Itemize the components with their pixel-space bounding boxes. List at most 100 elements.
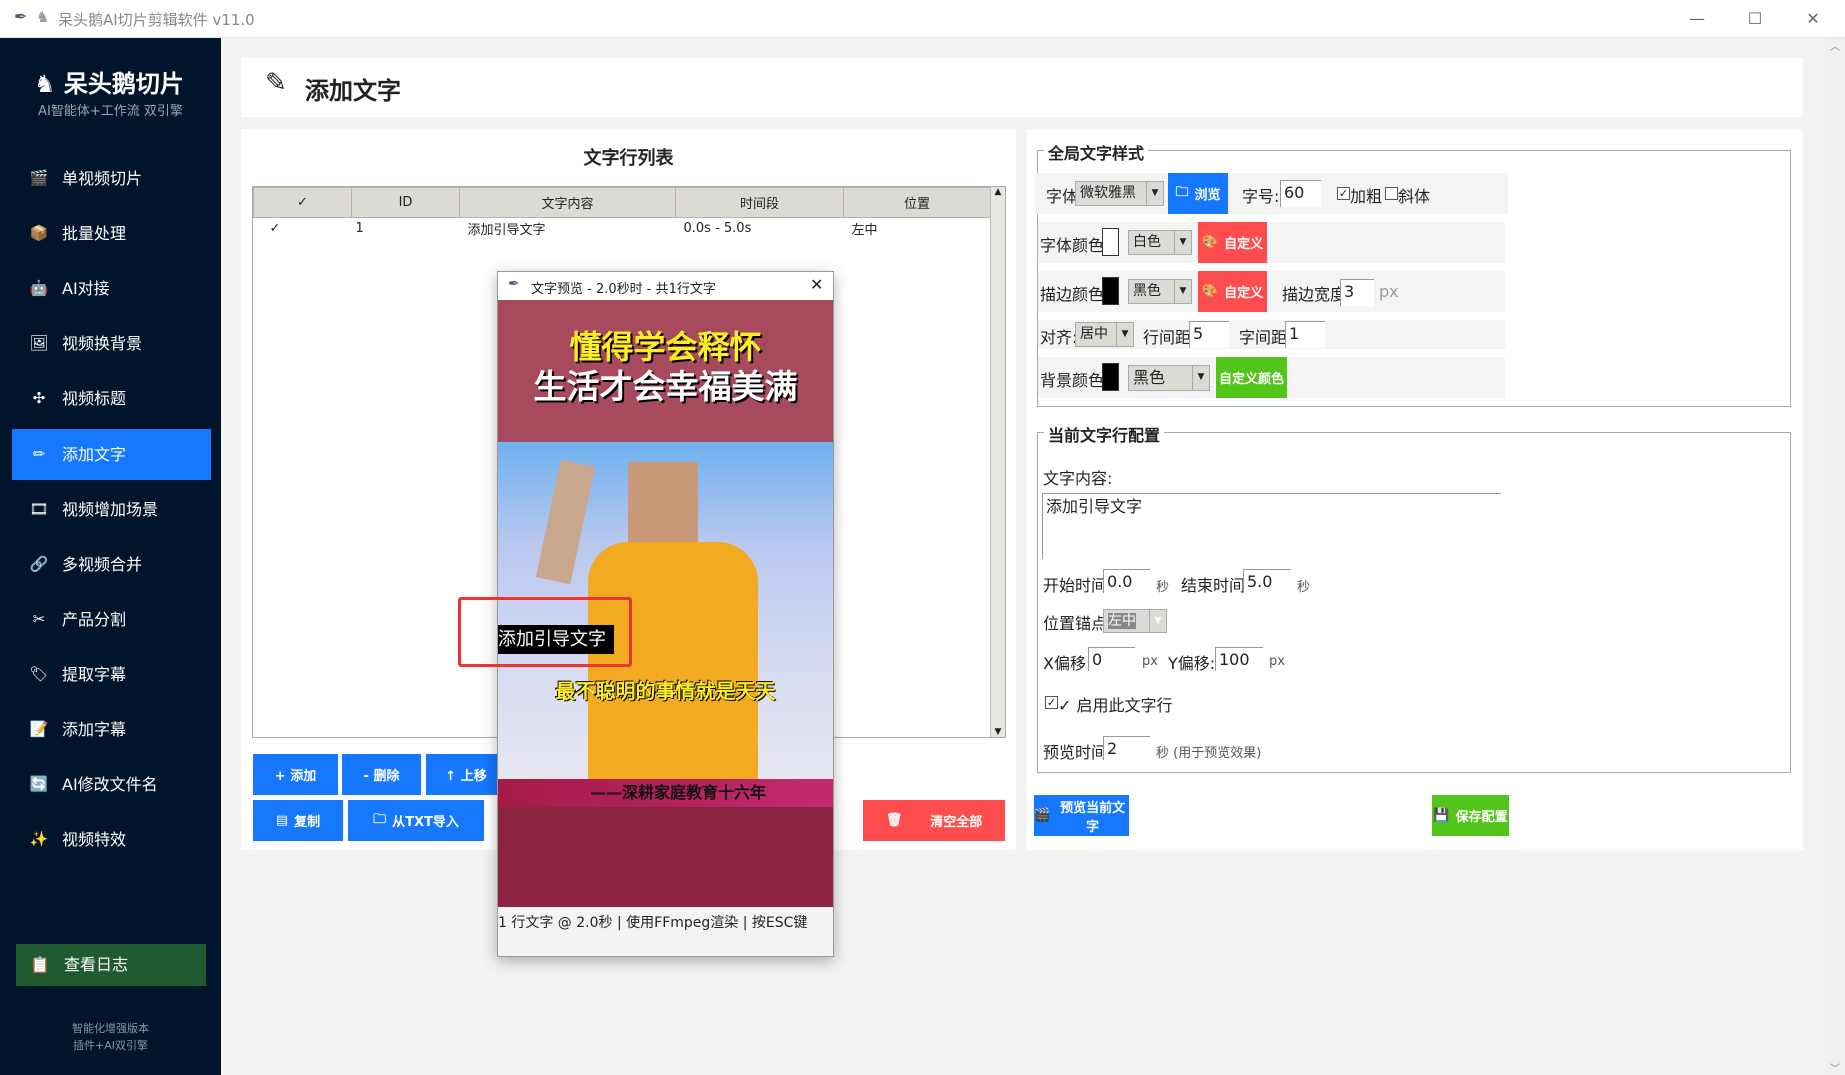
sidebar-item-label: 添加字幕 bbox=[62, 720, 127, 739]
bold-label: 加粗 bbox=[1350, 187, 1383, 206]
preview-status: 1 行文字 @ 2.0秒 | 使用FFmpeg渲染 | 按ESC键 bbox=[498, 915, 808, 931]
table-row[interactable]: ✓ 1 添加引导文字 0.0s - 5.0s 左中 bbox=[254, 218, 991, 240]
sidebar-item-3[interactable]: 🖼 视频换背景 bbox=[12, 318, 211, 369]
highlight-box bbox=[458, 597, 632, 667]
footer-engine: 插件+AI双引擎 bbox=[73, 1039, 148, 1052]
box-icon: 📦 bbox=[29, 224, 49, 243]
page-header: ✎ 添加文字 bbox=[241, 58, 1803, 117]
sidebar-item-12[interactable]: ✨ 视频特效 bbox=[12, 814, 211, 865]
start-time-input[interactable]: 0.0 bbox=[1103, 569, 1150, 593]
scroll-up-icon[interactable]: ︿ bbox=[1825, 38, 1845, 53]
col-time[interactable]: 时间段 bbox=[675, 187, 844, 218]
sparkle-icon: ✨ bbox=[29, 830, 49, 849]
sidebar-item-10[interactable]: 📝 添加字幕 bbox=[12, 704, 211, 755]
brand-logo: ♞ 呆头鹅切片 bbox=[34, 64, 184, 99]
close-button[interactable]: ✕ bbox=[1790, 6, 1836, 32]
sidebar-item-label: AI对接 bbox=[62, 279, 110, 299]
scroll-down-icon[interactable]: ﹀ bbox=[1825, 1060, 1845, 1075]
move-up-button[interactable]: ↑ 上移 bbox=[426, 754, 506, 795]
headline-2: 生活才会幸福美满 bbox=[533, 367, 798, 406]
sidebar-item-7[interactable]: 🔗 多视频合并 bbox=[12, 539, 211, 590]
scroll-down-icon[interactable]: ▼ bbox=[991, 727, 1005, 737]
scrollbar[interactable]: ▲ ▼ bbox=[990, 187, 1005, 737]
title-bar: ✒ ♞ 呆头鹅AI切片剪辑软件 v11.0 — ☐ ✕ bbox=[0, 0, 1845, 38]
sidebar-item-1[interactable]: 📦 批量处理 bbox=[12, 208, 211, 259]
save-config-label: 保存配置 bbox=[1455, 810, 1508, 825]
close-icon[interactable]: ✕ bbox=[810, 275, 823, 294]
font-select[interactable]: 微软雅黑 bbox=[1075, 181, 1164, 206]
enable-label[interactable]: ✓ 启用此文字行 bbox=[1058, 692, 1173, 716]
puzzle-icon: ✣ bbox=[32, 389, 46, 408]
sidebar-item-5[interactable]: ✏ 添加文字 bbox=[12, 428, 211, 480]
y-offset-input[interactable]: 100 bbox=[1215, 647, 1263, 671]
refresh-icon: 🔄 bbox=[29, 775, 49, 794]
minimize-button[interactable]: — bbox=[1674, 6, 1720, 32]
line-spacing-input[interactable]: 5 bbox=[1189, 321, 1229, 348]
stroke-color-select[interactable]: 黑色 bbox=[1128, 279, 1192, 304]
sidebar-item-4[interactable]: ✣ 视频标题 bbox=[12, 373, 211, 424]
sidebar-item-0[interactable]: 🎬 单视频切片 bbox=[12, 153, 211, 204]
note-icon: 📝 bbox=[29, 720, 49, 738]
clear-all-button[interactable]: 🗑 清空全部 bbox=[863, 800, 1005, 841]
scroll-up-icon[interactable]: ▲ bbox=[991, 187, 1005, 197]
browse-button[interactable]: 🗀 浏览 bbox=[1168, 173, 1228, 214]
sidebar-item-6[interactable]: 🎞 视频增加场景 bbox=[12, 484, 211, 535]
preview-time-label: 预览时间: bbox=[1043, 743, 1113, 762]
sidebar-item-label: 单视频切片 bbox=[62, 169, 143, 188]
preview-current-button[interactable]: 🎬 预览当前文字 bbox=[1034, 795, 1129, 836]
sidebar-item-label: 视频特效 bbox=[62, 830, 127, 850]
col-id[interactable]: ID bbox=[351, 187, 460, 218]
anchor-select[interactable]: 左中 bbox=[1103, 609, 1167, 633]
delete-button[interactable]: - 删除 bbox=[342, 754, 421, 795]
font-color-custom-button[interactable]: 🎨 自定义 bbox=[1198, 222, 1267, 263]
row-id: 1 bbox=[355, 221, 364, 237]
font-color-label: 字体颜色: bbox=[1040, 236, 1110, 255]
view-log-button[interactable]: 📋 查看日志 bbox=[16, 944, 206, 986]
copy-label: 复制 bbox=[294, 815, 321, 830]
custom-bg-color-button[interactable]: 自定义颜色 bbox=[1216, 357, 1287, 398]
row-time: 0.0s - 5.0s bbox=[683, 221, 752, 237]
clear-all-label: 清空全部 bbox=[930, 815, 983, 830]
sidebar-item-2[interactable]: 🤖 AI对接 bbox=[12, 263, 211, 314]
end-time-input[interactable]: 5.0 bbox=[1243, 569, 1291, 593]
stroke-color-swatch[interactable] bbox=[1102, 277, 1119, 305]
window-scrollbar[interactable]: ︿ ﹀ bbox=[1825, 38, 1845, 1075]
italic-checkbox[interactable] bbox=[1385, 187, 1398, 200]
preview-time-input[interactable]: 2 bbox=[1103, 736, 1150, 760]
col-check[interactable]: ✓ bbox=[253, 187, 352, 218]
goose-icon: ♞ bbox=[36, 8, 50, 26]
px-unit: px bbox=[1142, 654, 1158, 669]
pencil-icon: ✏ bbox=[32, 444, 46, 463]
font-color-swatch[interactable] bbox=[1102, 228, 1119, 256]
stroke-color-custom-button[interactable]: 🎨 自定义 bbox=[1198, 271, 1267, 312]
size-input[interactable]: 60 bbox=[1280, 180, 1321, 207]
bg-color-select[interactable]: 黑色 bbox=[1128, 365, 1210, 391]
sidebar-item-9[interactable]: 🏷 提取字幕 bbox=[12, 649, 211, 700]
sidebar-item-11[interactable]: 🔄 AI修改文件名 bbox=[12, 759, 211, 810]
stroke-width-input[interactable]: 3 bbox=[1340, 279, 1374, 306]
col-position[interactable]: 位置 bbox=[843, 187, 991, 218]
x-offset-input[interactable]: 0 bbox=[1088, 647, 1135, 671]
char-spacing-input[interactable]: 1 bbox=[1285, 321, 1325, 348]
sidebar-item-label: 提取字幕 bbox=[62, 664, 127, 684]
add-button[interactable]: + 添加 bbox=[253, 754, 338, 795]
save-config-button[interactable]: 💾 保存配置 bbox=[1432, 795, 1509, 836]
copy-button[interactable]: ▤ 复制 bbox=[253, 800, 343, 841]
bg-color-swatch[interactable] bbox=[1102, 363, 1119, 391]
clipboard-icon: ▤ bbox=[275, 813, 289, 828]
folder-icon: 🗀 bbox=[1175, 184, 1189, 200]
enable-checkbox[interactable]: ✓ bbox=[1045, 696, 1058, 709]
footer-version: 智能化增强版本 bbox=[72, 1022, 149, 1035]
font-color-select[interactable]: 白色 bbox=[1128, 230, 1192, 255]
feather-icon: ✒ bbox=[14, 7, 28, 26]
import-txt-button[interactable]: 🗀 从TXT导入 bbox=[348, 800, 484, 841]
sidebar-item-8[interactable]: ✂ 产品分割 bbox=[12, 594, 211, 645]
col-text[interactable]: 文字内容 bbox=[459, 187, 676, 218]
align-select[interactable]: 居中 bbox=[1075, 322, 1134, 347]
content-textarea[interactable]: 添加引导文字 bbox=[1042, 493, 1501, 559]
brand-tagline: AI智能体+工作流 双引擎 bbox=[38, 104, 183, 119]
video-subtitle: 最不聪明的事情就是天天 bbox=[555, 679, 776, 703]
page-title: 添加文字 bbox=[305, 77, 401, 105]
maximize-button[interactable]: ☐ bbox=[1732, 6, 1778, 32]
bold-checkbox[interactable]: ✓ bbox=[1337, 187, 1350, 200]
